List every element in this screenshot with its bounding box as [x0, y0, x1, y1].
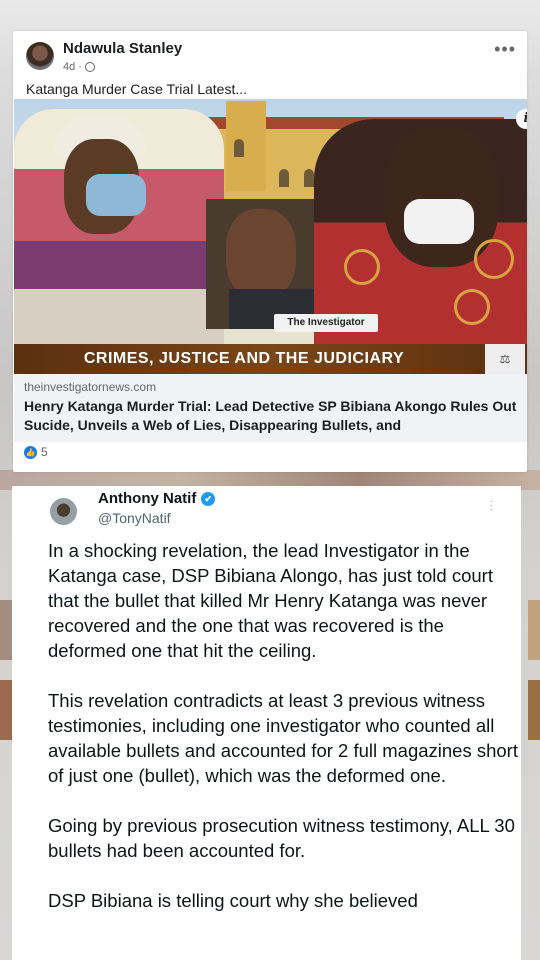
author-name[interactable]: Ndawula Stanley	[63, 40, 182, 57]
globe-icon	[84, 62, 95, 72]
link-domain: theinvestigatornews.com	[24, 380, 157, 394]
tweet-paragraph: DSP Bibiana is telling court why she bel…	[48, 890, 418, 911]
post-meta: 4d ·	[63, 61, 95, 73]
tweet-paragraph: In a shocking revelation, the lead Inves…	[48, 540, 493, 661]
link-preview[interactable]: theinvestigatornews.com Henry Katanga Mu…	[14, 374, 527, 442]
link-title: Henry Katanga Murder Trial: Lead Detecti…	[24, 398, 517, 433]
tweet-paragraph: Going by previous prosecution witness te…	[48, 815, 515, 861]
facebook-post-card: Ndawula Stanley 4d · ••• Katanga Murder …	[13, 31, 527, 472]
post-image[interactable]: i The Investigator CRIMES, JUSTICE AND T…	[14, 99, 527, 406]
tweet-author-avatar[interactable]	[50, 498, 77, 525]
tweet-card: Anthony Natif ✔ @TonyNatif · · · In a shoc…	[12, 486, 521, 960]
like-reaction-icon: 👍	[24, 445, 37, 459]
brand-logo: The Investigator	[274, 314, 378, 332]
tweet-author-name: Anthony Natif	[98, 490, 197, 507]
more-vertical-icon[interactable]: · · ·	[490, 497, 493, 515]
post-time[interactable]: 4d	[63, 61, 75, 73]
tweet-text: In a shocking revelation, the lead Inves…	[48, 538, 518, 938]
reaction-count: 5	[41, 445, 48, 459]
verified-badge-icon: ✔	[201, 491, 216, 506]
banner-text: CRIMES, JUSTICE AND THE JUDICIARY	[83, 350, 405, 367]
image-banner: CRIMES, JUSTICE AND THE JUDICIARY ⚖	[14, 344, 527, 374]
tweet-paragraph: This revelation contradicts at least 3 p…	[48, 690, 518, 786]
reactions[interactable]: 👍 5	[24, 445, 48, 459]
more-options-icon[interactable]: •••	[494, 39, 516, 60]
post-text: Katanga Murder Case Trial Latest...	[26, 81, 247, 97]
post-header: Ndawula Stanley 4d · •••	[26, 39, 516, 79]
author-avatar[interactable]	[26, 42, 54, 70]
tweet-handle[interactable]: @TonyNatif	[98, 510, 171, 526]
tweet-author[interactable]: Anthony Natif ✔	[98, 490, 216, 507]
scales-of-justice-icon: ⚖	[485, 344, 525, 374]
